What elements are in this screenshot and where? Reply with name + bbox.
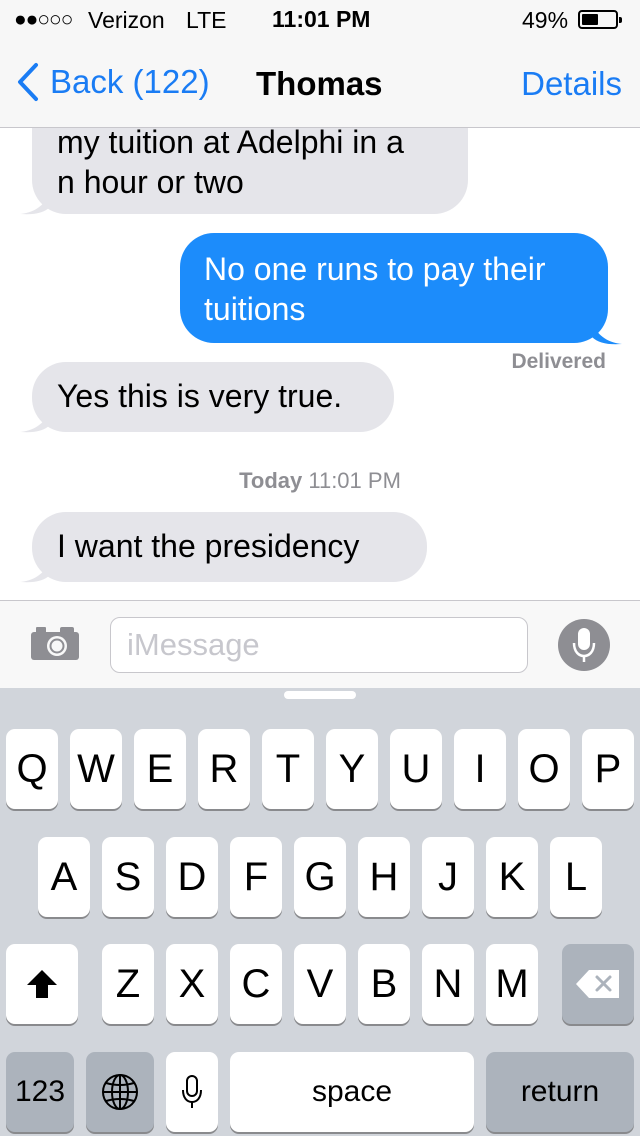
camera-icon[interactable]: [30, 625, 80, 661]
numbers-key[interactable]: 123: [6, 1052, 74, 1132]
return-key[interactable]: return: [486, 1052, 634, 1132]
message-line: tuitions: [204, 291, 306, 327]
message-list[interactable]: my tuition at Adelphi in a n hour or two…: [0, 128, 640, 600]
microphone-icon: [182, 1075, 202, 1108]
key-d[interactable]: D: [166, 837, 218, 917]
key-r[interactable]: R: [198, 729, 250, 809]
key-t[interactable]: T: [262, 729, 314, 809]
message-line: my tuition at Adelphi in a: [57, 128, 404, 160]
key-p[interactable]: P: [582, 729, 634, 809]
message-bubble-received[interactable]: my tuition at Adelphi in a n hour or two: [32, 128, 468, 214]
conversation-title: Thomas: [256, 65, 383, 102]
key-o[interactable]: O: [518, 729, 570, 809]
message-bubble-received[interactable]: Yes this is very true.: [32, 362, 394, 432]
message-bubble-sent[interactable]: No one runs to pay their tuitions: [180, 233, 608, 343]
key-v[interactable]: V: [294, 944, 346, 1024]
message-composer: iMessage: [0, 600, 640, 688]
battery-icon: [578, 10, 622, 29]
key-j[interactable]: J: [422, 837, 474, 917]
key-z[interactable]: Z: [102, 944, 154, 1024]
globe-key[interactable]: [86, 1052, 154, 1132]
key-f[interactable]: F: [230, 837, 282, 917]
back-button[interactable]: Back (122): [16, 62, 210, 102]
key-u[interactable]: U: [390, 729, 442, 809]
shift-key[interactable]: [6, 944, 78, 1024]
signal-strength-icon: ●●○○○: [14, 8, 73, 31]
imessage-input[interactable]: iMessage: [110, 617, 528, 673]
timestamp-time: 11:01 PM: [308, 468, 401, 493]
key-l[interactable]: L: [550, 837, 602, 917]
key-g[interactable]: G: [294, 837, 346, 917]
key-e[interactable]: E: [134, 729, 186, 809]
message-bubble-received[interactable]: I want the presidency: [32, 512, 427, 582]
key-c[interactable]: C: [230, 944, 282, 1024]
back-label: Back (122): [50, 63, 210, 100]
key-k[interactable]: K: [486, 837, 538, 917]
carrier-name: Verizon: [88, 7, 165, 33]
delete-key[interactable]: [562, 944, 634, 1024]
key-i[interactable]: I: [454, 729, 506, 809]
status-bar: ●●○○○ Verizon LTE 11:01 PM 49%: [0, 0, 640, 40]
delivered-status: Delivered: [511, 350, 606, 373]
key-x[interactable]: X: [166, 944, 218, 1024]
battery-percent: 49%: [522, 7, 569, 33]
details-button[interactable]: Details: [521, 65, 622, 103]
microphone-icon: [572, 628, 596, 662]
message-text: I want the presidency: [57, 528, 360, 564]
chevron-left-icon: [18, 63, 38, 101]
globe-icon: [102, 1074, 138, 1110]
key-h[interactable]: H: [358, 837, 410, 917]
battery-fill: [582, 14, 598, 25]
message-line: No one runs to pay their: [204, 251, 546, 287]
message-line: n hour or two: [57, 164, 244, 200]
status-time: 11:01 PM: [272, 6, 371, 32]
key-m[interactable]: M: [486, 944, 538, 1024]
shift-arrow-icon: [27, 970, 57, 998]
key-y[interactable]: Y: [326, 729, 378, 809]
message-text: Yes this is very true.: [57, 378, 343, 414]
key-b[interactable]: B: [358, 944, 410, 1024]
conversation-timestamp: Today 11:01 PM: [0, 468, 640, 494]
key-a[interactable]: A: [38, 837, 90, 917]
navigation-bar: Back (122) Thomas Details: [0, 40, 640, 128]
key-s[interactable]: S: [102, 837, 154, 917]
keyboard-grabber: [284, 691, 356, 699]
key-q[interactable]: Q: [6, 729, 58, 809]
space-key[interactable]: space: [230, 1052, 474, 1132]
microphone-button[interactable]: [558, 619, 610, 671]
key-w[interactable]: W: [70, 729, 122, 809]
dictation-key[interactable]: [166, 1052, 218, 1132]
timestamp-day: Today: [239, 468, 303, 493]
network-type: LTE: [186, 7, 227, 33]
key-n[interactable]: N: [422, 944, 474, 1024]
backspace-icon: [576, 970, 619, 998]
keyboard: Q W E R T Y U I O P A S D F G H J K L Z …: [0, 688, 640, 1136]
